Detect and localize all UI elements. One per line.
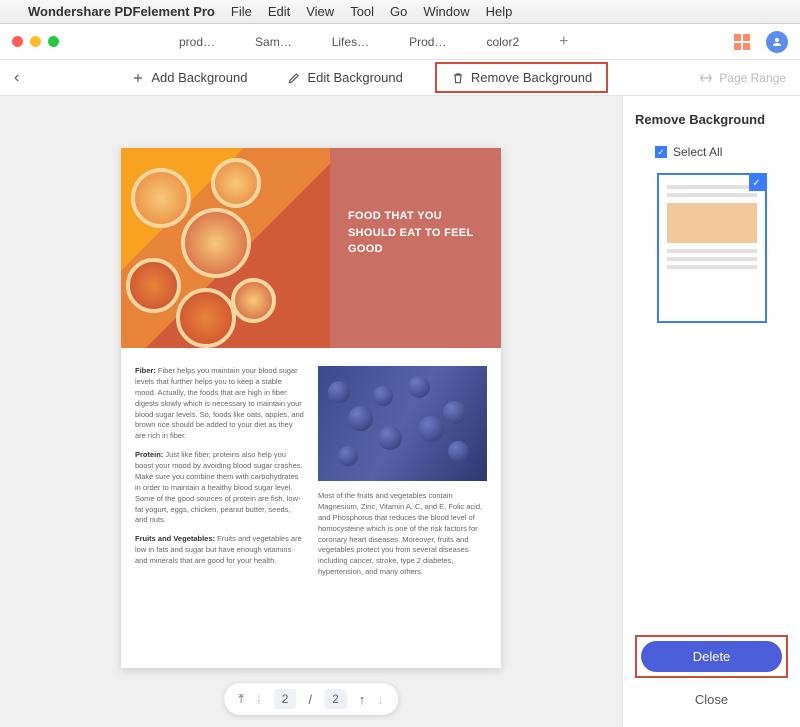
remove-background-panel: Remove Background ✓ Select All ✓ Delete … — [622, 96, 800, 727]
document-page[interactable]: FOOD THAT YOU SHOULD EAT TO FEEL GOOD Fi… — [121, 148, 501, 668]
doc-col-right: Most of the fruits and vegetables contai… — [318, 366, 487, 586]
user-avatar-icon[interactable] — [766, 31, 788, 53]
plus-icon — [131, 71, 145, 85]
window-chrome: prod… Sam… Lifes… Prod… color2 + — [0, 24, 800, 60]
current-page[interactable]: 2 — [274, 689, 297, 709]
select-all-label: Select All — [673, 145, 722, 159]
page-navigator: ⤒ ⤓ 2 / 2 ↑ ↓ — [224, 683, 398, 715]
menu-file[interactable]: File — [231, 4, 252, 19]
select-all-checkbox[interactable]: ✓ Select All — [655, 145, 788, 159]
content-area: FOOD THAT YOU SHOULD EAT TO FEEL GOOD Fi… — [0, 96, 800, 727]
citrus-image — [121, 148, 330, 348]
fullscreen-window-icon[interactable] — [48, 36, 59, 47]
document-tabs: prod… Sam… Lifes… Prod… color2 + — [179, 33, 568, 51]
page-range-label: Page Range — [719, 71, 786, 85]
close-button[interactable]: Close — [635, 684, 788, 715]
next-page-icon[interactable]: ↓ — [377, 692, 384, 707]
back-button[interactable]: ‹ — [14, 69, 19, 87]
pencil-icon — [287, 71, 301, 85]
menu-view[interactable]: View — [306, 4, 334, 19]
page-range-button[interactable]: Page Range — [699, 71, 786, 85]
doc-hero: FOOD THAT YOU SHOULD EAT TO FEEL GOOD — [121, 148, 501, 348]
page-range-icon — [699, 71, 713, 85]
thumbnail-check-icon: ✓ — [749, 175, 765, 191]
new-tab-button[interactable]: + — [559, 33, 568, 51]
tab-0[interactable]: prod… — [179, 35, 215, 49]
background-toolbar: ‹ Add Background Edit Background Remove … — [0, 60, 800, 96]
remove-bg-label: Remove Background — [471, 70, 592, 85]
blueberry-image — [318, 366, 487, 481]
tab-2[interactable]: Lifes… — [332, 35, 369, 49]
tab-1[interactable]: Sam… — [255, 35, 292, 49]
menu-tool[interactable]: Tool — [350, 4, 374, 19]
total-pages: 2 — [324, 689, 347, 709]
menu-help[interactable]: Help — [486, 4, 513, 19]
macos-menubar: Wondershare PDFelement Pro File Edit Vie… — [0, 0, 800, 24]
doc-body: Fiber: Fiber helps you maintain your blo… — [121, 348, 501, 604]
first-page-icon[interactable]: ⤒ — [238, 691, 244, 707]
prev-page-icon[interactable]: ↑ — [359, 692, 366, 707]
minimize-window-icon[interactable] — [30, 36, 41, 47]
remove-background-button[interactable]: Remove Background — [443, 66, 600, 89]
document-canvas: FOOD THAT YOU SHOULD EAT TO FEEL GOOD Fi… — [0, 96, 622, 727]
tab-4[interactable]: color2 — [486, 35, 519, 49]
edit-background-button[interactable]: Edit Background — [279, 66, 410, 89]
checkbox-checked-icon: ✓ — [655, 146, 667, 158]
tab-3[interactable]: Prod… — [409, 35, 446, 49]
delete-button[interactable]: Delete — [641, 641, 782, 672]
page-sep: / — [308, 692, 312, 707]
edit-bg-label: Edit Background — [307, 70, 402, 85]
menu-edit[interactable]: Edit — [268, 4, 290, 19]
close-window-icon[interactable] — [12, 36, 23, 47]
doc-hero-title: FOOD THAT YOU SHOULD EAT TO FEEL GOOD — [330, 148, 501, 348]
app-name[interactable]: Wondershare PDFelement Pro — [28, 4, 215, 19]
app-grid-icon[interactable] — [734, 34, 750, 50]
doc-col-left: Fiber: Fiber helps you maintain your blo… — [135, 366, 304, 586]
add-bg-label: Add Background — [151, 70, 247, 85]
trash-icon — [451, 71, 465, 85]
traffic-lights — [12, 36, 59, 47]
add-background-button[interactable]: Add Background — [123, 66, 255, 89]
menu-window[interactable]: Window — [423, 4, 469, 19]
menu-go[interactable]: Go — [390, 4, 407, 19]
last-page-icon[interactable]: ⤓ — [256, 691, 262, 707]
remove-background-highlight: Remove Background — [435, 62, 608, 93]
background-thumbnail[interactable]: ✓ — [657, 173, 767, 323]
panel-title: Remove Background — [635, 112, 788, 127]
delete-highlight: Delete — [635, 635, 788, 678]
